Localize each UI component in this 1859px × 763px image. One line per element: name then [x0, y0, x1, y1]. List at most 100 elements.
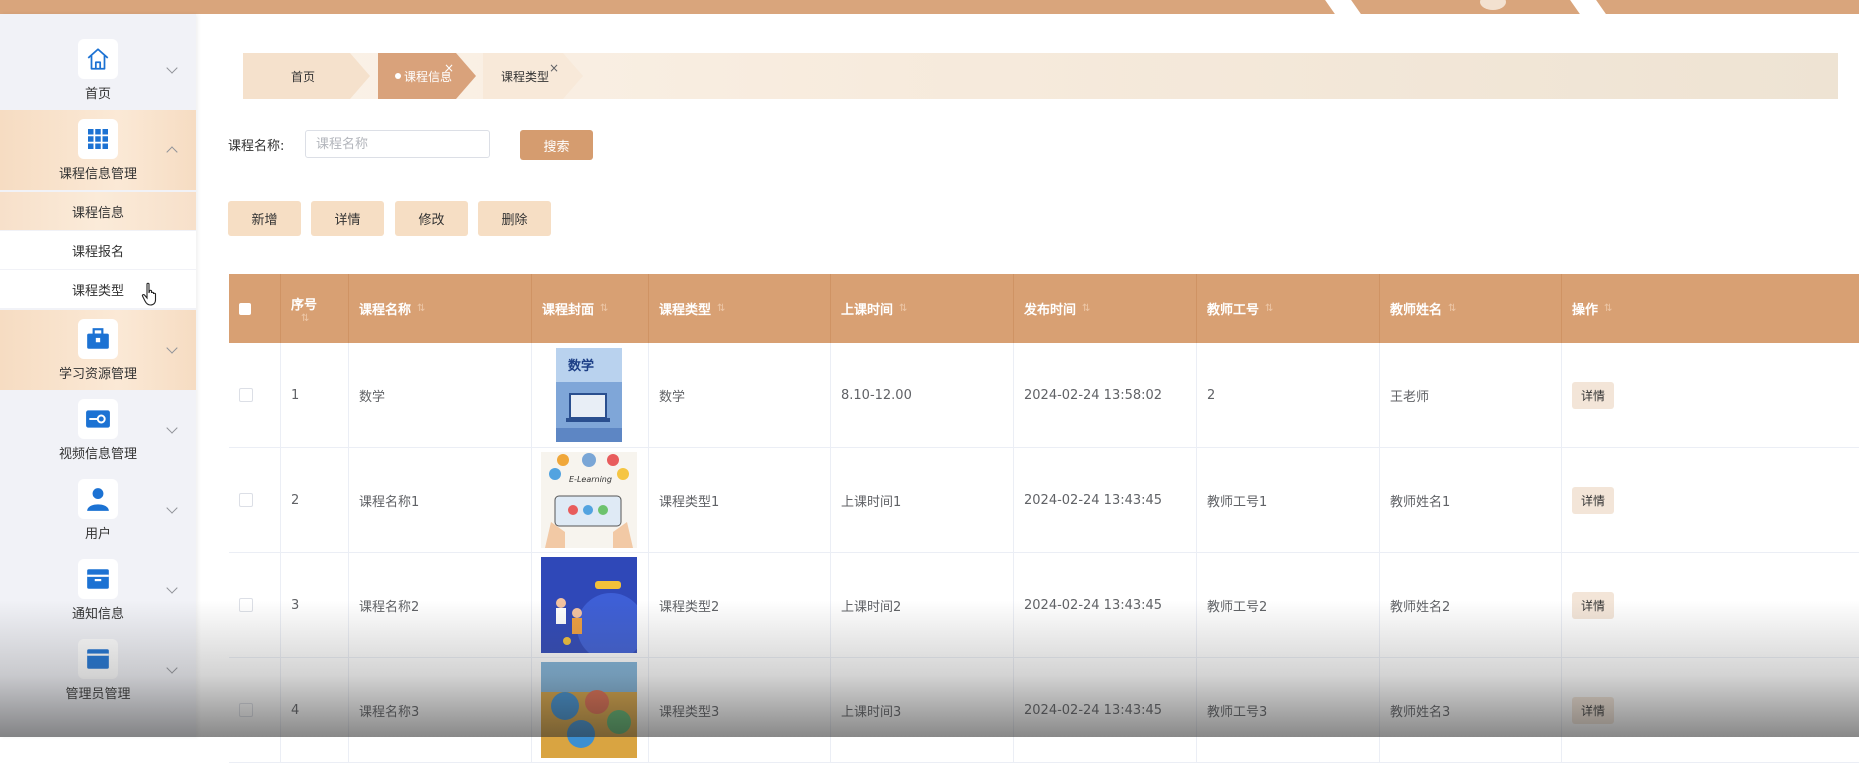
column-header-teacher-name[interactable]: 教师姓名 ⇅: [1380, 274, 1562, 343]
cell-name: 数学: [349, 343, 532, 447]
row-detail-button[interactable]: 详情: [1572, 696, 1615, 724]
cell-name: 课程名称1: [349, 448, 532, 552]
top-bar: [0, 0, 1859, 14]
home-icon: [78, 38, 118, 79]
sidebar-item-video-management[interactable]: 视频信息管理: [0, 390, 196, 470]
course-cover-image[interactable]: [540, 662, 638, 758]
sort-icon[interactable]: ⇅: [899, 303, 907, 314]
row-detail-button[interactable]: 详情: [1572, 591, 1615, 619]
cell-action: 详情: [1562, 553, 1859, 657]
table-header: 序号 ⇅ 课程名称 ⇅ 课程封面 ⇅ 课程类型 ⇅ 上课时间 ⇅ 发布时间 ⇅ 教师工号 ⇅…: [229, 274, 1859, 343]
cell-teacher-name: 教师姓名2: [1380, 553, 1562, 657]
course-name-search-input[interactable]: [305, 130, 490, 158]
column-header-label: 课程封面: [542, 303, 595, 318]
cover-title: E-Learning: [569, 475, 612, 484]
course-cover-image[interactable]: E-Learning: [540, 452, 638, 548]
sort-icon[interactable]: ⇅: [600, 303, 608, 314]
close-icon[interactable]: ×: [549, 61, 559, 75]
submenu-course-type[interactable]: 课程类型: [0, 270, 196, 308]
column-header-label: 课程名称: [359, 303, 412, 318]
sidebar-item-user[interactable]: 用户: [0, 470, 196, 550]
cell-cover: [532, 658, 649, 762]
course-cover-image[interactable]: 数学: [540, 347, 638, 443]
row-checkbox[interactable]: [239, 598, 253, 612]
close-icon[interactable]: ×: [444, 61, 454, 75]
cell-type: 数学: [649, 343, 831, 447]
tab-course-info[interactable]: 课程信息 ×: [378, 53, 476, 99]
sidebar-item-label: 管理员管理: [65, 686, 131, 702]
search-button[interactable]: 搜索: [520, 130, 593, 160]
cell-seq: 3: [281, 553, 349, 657]
row-select-cell: [229, 553, 281, 657]
column-header-cover[interactable]: 课程封面 ⇅: [532, 274, 649, 343]
column-header-time[interactable]: 上课时间 ⇅: [831, 274, 1014, 343]
user-avatar[interactable]: [1480, 0, 1506, 10]
row-checkbox[interactable]: [239, 388, 253, 402]
course-cover-image[interactable]: [540, 557, 638, 653]
column-header-published[interactable]: 发布时间 ⇅: [1014, 274, 1197, 343]
sort-icon[interactable]: ⇅: [417, 303, 425, 314]
cell-seq: 2: [281, 448, 349, 552]
sidebar-item-notifications[interactable]: 通知信息: [0, 550, 196, 630]
cell-cover: E-Learning: [532, 448, 649, 552]
sort-icon[interactable]: ⇅: [301, 313, 309, 324]
tab-course-type[interactable]: 课程类型 ×: [483, 53, 583, 99]
cell-seq: 4: [281, 658, 349, 762]
row-select-cell: [229, 343, 281, 447]
active-dot-icon: [395, 73, 401, 79]
row-detail-button[interactable]: 详情: [1572, 381, 1615, 409]
sidebar-item-learning-resources[interactable]: 学习资源管理: [0, 310, 196, 390]
cell-type: 课程类型1: [649, 448, 831, 552]
sidebar-item-home[interactable]: 首页: [0, 30, 196, 110]
sidebar: 首页 课程信息管理 课程信息 课程报名 课程类型 学习资源管理 视频信息管理 用…: [0, 14, 196, 737]
column-header-label: 序号: [291, 297, 318, 313]
chevron-down-icon: [166, 582, 178, 594]
tab-label: 课程类型: [501, 69, 550, 84]
submenu-course-enroll[interactable]: 课程报名: [0, 231, 196, 269]
detail-button[interactable]: 详情: [311, 201, 384, 236]
column-header-action: 操作 ⇅: [1562, 274, 1859, 343]
sort-icon[interactable]: ⇅: [1604, 303, 1612, 314]
sidebar-item-admin-management[interactable]: 管理员管理: [0, 630, 196, 710]
sidebar-item-label: 用户: [84, 526, 111, 542]
add-button[interactable]: 新增: [228, 201, 301, 236]
row-checkbox[interactable]: [239, 493, 253, 507]
cell-time: 上课时间3: [831, 658, 1014, 762]
chevron-down-icon: [166, 662, 178, 674]
chevron-down-icon: [166, 502, 178, 514]
edit-button[interactable]: 修改: [395, 201, 468, 236]
cell-teacher-id: 教师工号1: [1197, 448, 1380, 552]
submenu-course-info[interactable]: 课程信息: [0, 192, 196, 230]
sort-icon[interactable]: ⇅: [1448, 303, 1456, 314]
column-header-teacher-id[interactable]: 教师工号 ⇅: [1197, 274, 1380, 343]
sidebar-item-label: 课程信息管理: [58, 166, 137, 182]
cell-published: 2024-02-24 13:43:45: [1014, 658, 1197, 762]
row-checkbox[interactable]: [239, 703, 253, 717]
cell-name: 课程名称2: [349, 553, 532, 657]
delete-button[interactable]: 删除: [478, 201, 551, 236]
column-header-name[interactable]: 课程名称 ⇅: [349, 274, 532, 343]
tab-home[interactable]: 首页: [243, 53, 370, 99]
select-all-checkbox[interactable]: [239, 302, 251, 315]
chevron-down-icon: [166, 342, 178, 354]
column-header-type[interactable]: 课程类型 ⇅: [649, 274, 831, 343]
admin-icon: [78, 638, 118, 679]
sidebar-item-course-info-management[interactable]: 课程信息管理: [0, 110, 196, 190]
cell-type: 课程类型2: [649, 553, 831, 657]
table-row: 2 课程名称1 E-Learning 课程类型1 上课时间1 2024-02-2…: [229, 448, 1859, 553]
cell-time: 8.10-12.00: [831, 343, 1014, 447]
tab-arrow: [456, 53, 476, 99]
table-row: 3 课程名称2 课程类型2 上课时间2 2024-02-24 13:43:45 …: [229, 553, 1859, 658]
column-header-label: 上课时间: [841, 303, 894, 318]
grid-icon: [78, 118, 118, 159]
cell-teacher-id: 教师工号3: [1197, 658, 1380, 762]
row-select-cell: [229, 658, 281, 762]
column-header-seq[interactable]: 序号 ⇅: [281, 274, 349, 343]
sort-icon[interactable]: ⇅: [717, 303, 725, 314]
cell-action: 详情: [1562, 448, 1859, 552]
sort-icon[interactable]: ⇅: [1082, 303, 1090, 314]
table-row: 4 课程名称3 课程类型3 上课时间3 2024-02-24 13:43:45 …: [229, 658, 1859, 763]
row-detail-button[interactable]: 详情: [1572, 486, 1615, 514]
cell-published: 2024-02-24 13:43:45: [1014, 448, 1197, 552]
sort-icon[interactable]: ⇅: [1265, 303, 1273, 314]
